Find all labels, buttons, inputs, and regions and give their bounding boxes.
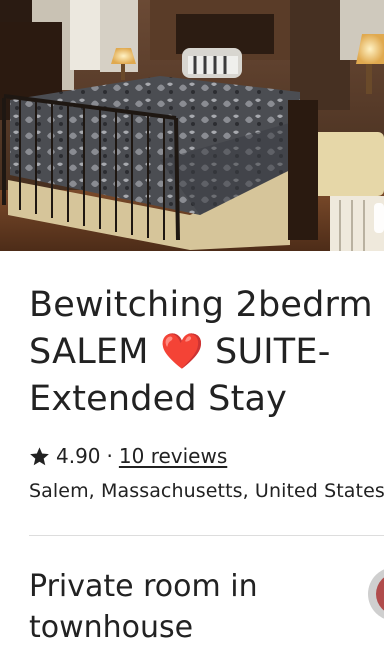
host-avatar[interactable] (368, 567, 384, 621)
bedroom-photo (0, 0, 384, 251)
listing-page: Bewitching 2bedrm SALEM ❤️ SUITE- Extend… (0, 0, 384, 651)
listing-photo[interactable] (0, 0, 384, 251)
reviews-link[interactable]: 10 reviews (119, 444, 227, 468)
host-avatar-photo (376, 573, 384, 615)
listing-title: Bewitching 2bedrm SALEM ❤️ SUITE- Extend… (29, 282, 384, 423)
star-icon (30, 446, 49, 465)
section-divider (29, 535, 384, 536)
listing-title-line-3: Extended Stay (29, 379, 288, 419)
rating-value: 4.90 (56, 444, 101, 468)
location-text[interactable]: Salem, Massachusetts, United States (29, 480, 384, 502)
room-type-heading: Private room in townhouse (29, 569, 258, 645)
rating-row: 4.90 · 10 reviews (29, 443, 227, 469)
listing-title-line-1: Bewitching 2bedrm (29, 285, 373, 325)
rating-separator: · (106, 444, 113, 468)
listing-title-line-2: SALEM ❤️ SUITE- (29, 332, 331, 372)
